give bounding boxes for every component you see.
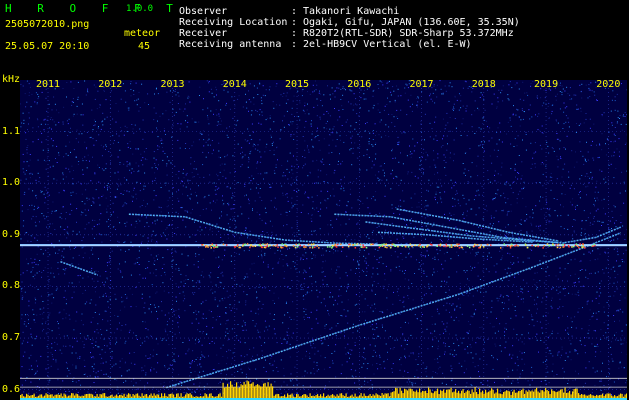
info-label: Receiving antenna [179, 39, 282, 50]
y-tick-label: 1.0 [2, 177, 21, 189]
y-tick-label: 0.9 [2, 228, 21, 240]
y-tick-label: 0.7 [2, 332, 21, 344]
x-tick-label: 2012 [98, 79, 123, 90]
app-version: 1.0.0 [126, 4, 154, 14]
x-tick-label: 2018 [471, 79, 496, 90]
info-label: Observer [179, 6, 228, 17]
info-label: Receiving Location [179, 17, 288, 28]
app-title: H R O F F T [5, 2, 183, 15]
info-value: 2el-HB9CV Vertical (el. E-W) [303, 39, 472, 50]
x-tick-label: 2016 [347, 79, 372, 90]
hrofft-window: H R O F F T 1.0.0 2505072010.png meteor … [0, 0, 629, 400]
y-tick-label: 0.6 [2, 383, 21, 395]
meteor-label: meteor [124, 28, 161, 39]
info-value: R820T2(RTL-SDR) SDR-Sharp 53.372MHz [303, 28, 514, 39]
info-separator: : [291, 39, 298, 50]
file-name: 2505072010.png [5, 19, 90, 30]
meteor-count: 45 [138, 41, 151, 52]
y-tick-label: 0.8 [2, 280, 21, 292]
plot-background [20, 80, 627, 400]
capture-datetime: 25.05.07 20:10 [5, 41, 90, 52]
info-value: Ogaki, Gifu, JAPAN (136.60E, 35.35N) [303, 17, 520, 28]
info-separator: : [291, 17, 298, 28]
info-label: Receiver [179, 28, 228, 39]
x-tick-label: 2020 [596, 79, 621, 90]
x-tick-label: 2015 [284, 79, 310, 90]
y-tick-label: 1.1 [2, 125, 21, 137]
info-separator: : [291, 28, 298, 39]
x-tick-label: 2013 [160, 79, 185, 90]
x-tick-label: 2011 [35, 79, 61, 90]
x-tick-label: 2019 [534, 79, 559, 90]
spectrogram-plot [20, 80, 627, 400]
x-tick-label: 2017 [409, 79, 434, 90]
x-tick-label: 2014 [222, 79, 247, 90]
info-value: Takanori Kawachi [303, 6, 400, 17]
y-axis-unit: kHz [2, 74, 21, 85]
info-separator: : [291, 6, 298, 17]
